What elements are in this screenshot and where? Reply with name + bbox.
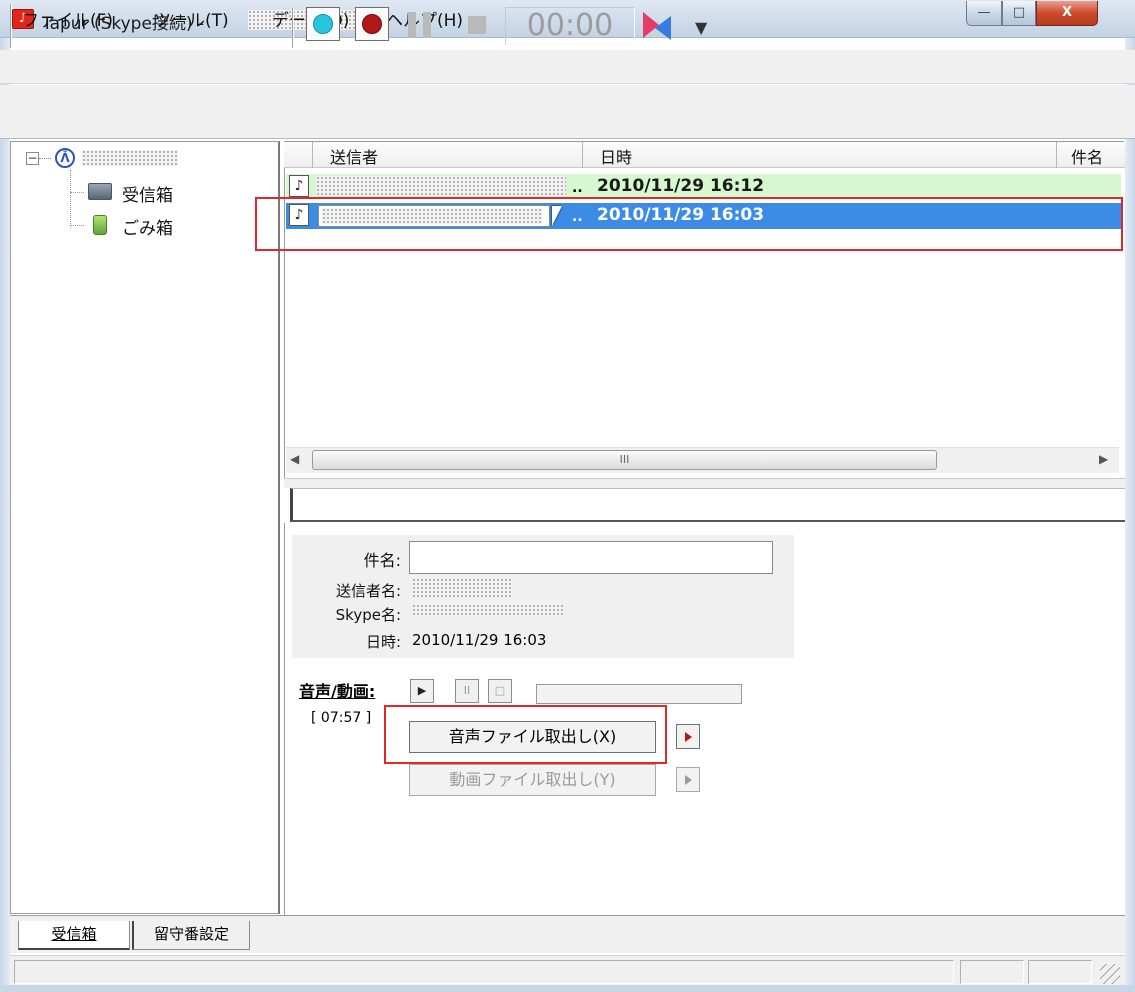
status-pane (1028, 960, 1092, 984)
trash-icon (93, 215, 107, 235)
chevron-down-icon[interactable]: ▼ (695, 18, 707, 37)
close-button[interactable]: X (1036, 1, 1098, 26)
record-button[interactable] (355, 7, 389, 41)
row-date: 2010/11/29 16:12 (597, 176, 765, 196)
sender-name-masked (412, 578, 512, 598)
folder-tree (10, 141, 280, 914)
date-value: 2010/11/29 16:03 (412, 631, 547, 649)
media-label: 音声/動画: (299, 682, 376, 701)
tab-voicemail-settings[interactable]: 留守番設定 (132, 921, 250, 950)
annotation-highlight-box (384, 705, 667, 764)
window-frame-right (1125, 38, 1135, 992)
status-pane (960, 960, 1024, 984)
scrollbar-thumb[interactable]: III (312, 450, 937, 470)
play-arrow-icon (685, 775, 692, 785)
skype-name-label: Skype名: (335, 606, 401, 624)
sender-name-label: 送信者名: (335, 582, 401, 600)
date-label: 日時: (365, 633, 401, 651)
timer-display: 00:00 (505, 7, 635, 45)
scroll-left-icon[interactable]: ◀ (290, 452, 299, 466)
record-icon (362, 14, 382, 34)
subject-bar (290, 488, 1125, 522)
duration-label: [ 07:57 ] (311, 710, 372, 726)
column-header-date[interactable]: 日時 (600, 144, 632, 168)
pause-button[interactable] (408, 12, 434, 40)
maximize-button[interactable]: □ (1002, 1, 1036, 26)
extract-video-button[interactable]: 動画ファイル取出し(Y) (409, 764, 656, 796)
play-arrow-icon (685, 732, 692, 742)
annotation-highlight-box (255, 197, 1123, 251)
play-button[interactable] (306, 7, 340, 41)
window-frame-left (0, 38, 10, 992)
tree-collapse-toggle[interactable]: − (26, 152, 39, 165)
media-stop-button[interactable]: □ (488, 679, 512, 703)
subject-label: 件名: (363, 551, 401, 570)
minimize-button[interactable]: — (966, 1, 1002, 26)
user-icon: ᐰ (55, 148, 75, 168)
audio-message-icon: ♪ (289, 175, 309, 197)
pause-icon (408, 12, 416, 38)
folder-icon (88, 183, 112, 200)
media-pause-button[interactable]: II (455, 679, 479, 703)
stop-button[interactable] (468, 16, 486, 34)
column-resize-handle[interactable] (1056, 142, 1057, 168)
menu-tools[interactable]: ツール(T) (154, 6, 229, 31)
status-pane (14, 960, 954, 984)
toolbar-grip[interactable] (10, 4, 12, 48)
menu-bar (0, 50, 1135, 84)
subject-field[interactable] (409, 541, 773, 574)
tree-item-inbox[interactable]: 受信箱 (122, 181, 173, 206)
row-sender-masked (316, 176, 566, 196)
column-resize-handle[interactable] (312, 142, 313, 168)
column-header-subject[interactable]: 件名 (1071, 144, 1103, 168)
row-ellipsis: .. (572, 180, 583, 196)
scroll-right-icon[interactable]: ▶ (1099, 452, 1108, 466)
column-header-sender[interactable]: 送信者 (330, 144, 378, 168)
toolbar-grip[interactable] (292, 8, 294, 48)
media-play-button[interactable]: ▶ (410, 679, 434, 703)
resize-grip-icon[interactable] (1100, 964, 1120, 984)
menu-file[interactable]: ファイル(F) (22, 6, 113, 31)
media-progress-bar[interactable] (536, 684, 742, 704)
transfer-button[interactable] (641, 10, 675, 44)
tree-root-masked-name[interactable] (82, 150, 178, 166)
tree-item-trash[interactable]: ごみ箱 (122, 214, 173, 239)
extract-video-menu-button[interactable] (676, 767, 700, 792)
toolbar (0, 85, 1135, 139)
play-circle-icon (313, 14, 333, 34)
column-resize-handle[interactable] (582, 142, 583, 168)
extract-audio-menu-button[interactable] (676, 724, 700, 749)
tab-inbox[interactable]: 受信箱 (18, 921, 130, 950)
pane-splitter[interactable] (284, 478, 1125, 488)
window-frame-bottom (0, 985, 1135, 992)
skype-name-masked (412, 604, 564, 616)
list-header (284, 142, 1125, 168)
